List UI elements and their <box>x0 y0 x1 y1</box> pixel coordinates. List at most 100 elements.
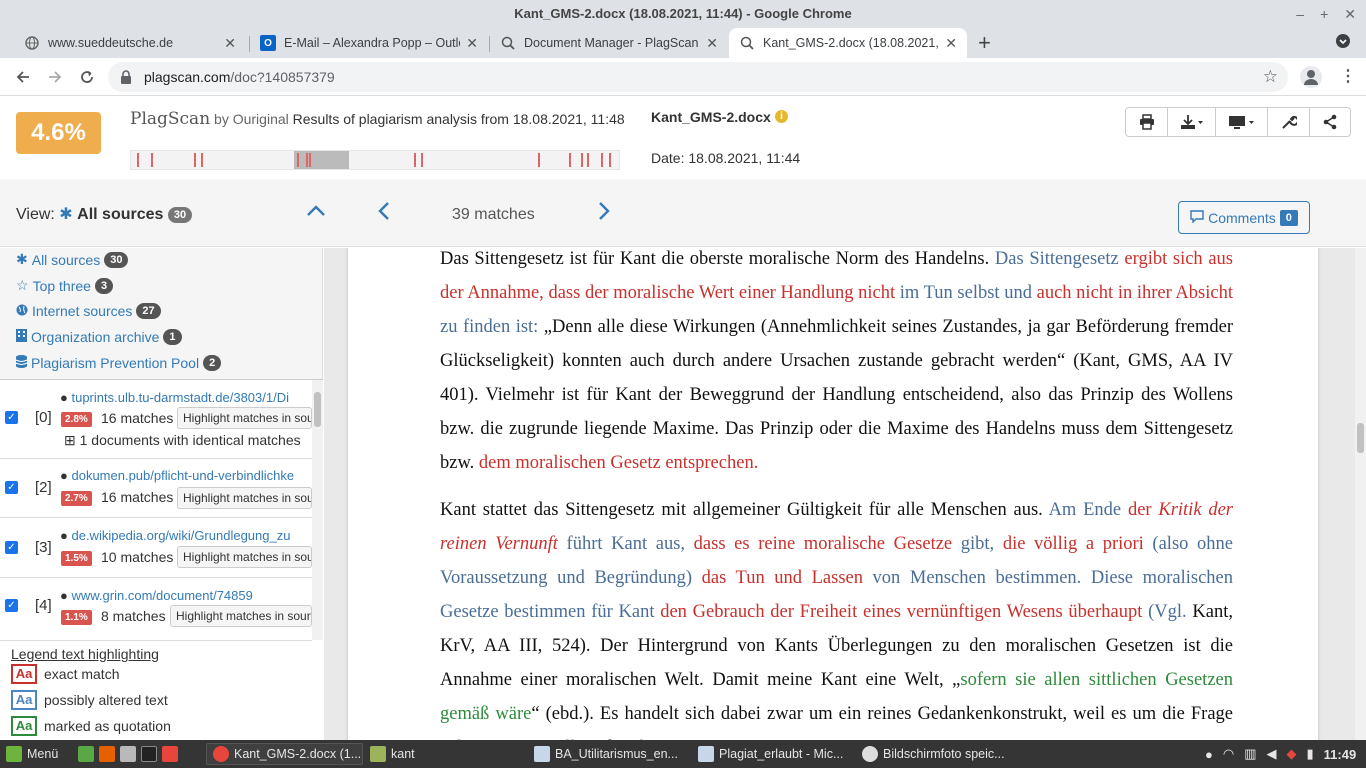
view-selector[interactable]: View: ✱ All sources 30 <box>16 204 193 224</box>
heatmap-match-marker[interactable] <box>201 153 203 167</box>
exact-match-text[interactable]: auch nicht in ihrer Absicht <box>1037 283 1233 303</box>
heatmap-match-marker[interactable] <box>414 153 416 167</box>
taskbar-item[interactable]: Plagiat_erlaubt - Mic... <box>698 743 853 765</box>
filter-all-sources[interactable]: ✱ All sources 30 <box>16 251 129 268</box>
heatmap-match-marker[interactable] <box>538 153 540 167</box>
filter-organization-archive[interactable]: Organization archive 1 <box>16 329 182 345</box>
tab-sueddeutsche[interactable]: www.sueddeutsche.de ✕ <box>14 28 246 58</box>
heatmap-viewport[interactable] <box>294 151 349 169</box>
document-viewer[interactable]: Das Sittengesetz ist für Kant die oberst… <box>324 248 1355 740</box>
heatmap-match-marker[interactable] <box>151 153 153 167</box>
taskbar-item[interactable]: BA_Utilitarismus_en... <box>534 743 689 765</box>
volume-icon[interactable]: ◀ <box>1267 746 1277 762</box>
show-desktop-icon[interactable] <box>78 746 94 762</box>
back-button[interactable] <box>10 64 36 90</box>
kebab-menu-icon[interactable]: ⋮ <box>1340 66 1356 86</box>
lock-icon[interactable] <box>120 70 132 87</box>
clock[interactable]: 11:49 <box>1324 747 1357 762</box>
heatmap-match-marker[interactable] <box>194 153 196 167</box>
tab-document-manager[interactable]: Document Manager - PlagScan ✕ <box>490 28 728 58</box>
exact-match-text[interactable]: der <box>1128 500 1158 520</box>
comments-button[interactable]: Comments 0 <box>1178 201 1310 234</box>
download-button[interactable] <box>1168 108 1216 136</box>
star-bookmark-icon[interactable]: ☆ <box>1263 67 1278 87</box>
heatmap-match-marker[interactable] <box>587 153 589 167</box>
document-scrollbar[interactable] <box>1355 248 1366 740</box>
chrome-icon[interactable] <box>162 746 178 762</box>
shield-icon[interactable]: ◆ <box>1287 746 1297 762</box>
minimize-icon[interactable]: – <box>1296 6 1304 22</box>
document-text[interactable]: Das Sittengesetz ist für Kant die oberst… <box>440 248 1233 740</box>
source-list-scrollbar[interactable] <box>312 380 323 640</box>
heatmap-match-marker[interactable] <box>297 153 299 167</box>
close-tab-icon[interactable]: ✕ <box>224 35 236 52</box>
scrollbar-thumb[interactable] <box>314 392 321 427</box>
print-button[interactable] <box>1126 108 1168 136</box>
address-bar[interactable]: plagscan.com/doc?140857379 ☆ <box>108 62 1288 92</box>
altered-text[interactable]: führt Kant aus, <box>558 534 694 554</box>
wifi-icon[interactable]: ◠ <box>1223 746 1234 762</box>
tab-kant-gms[interactable]: Kant_GMS-2.docx (18.08.2021, ✕ <box>729 28 967 58</box>
heatmap-match-marker[interactable] <box>569 153 571 167</box>
altered-text[interactable]: zu finden ist: <box>440 317 538 337</box>
exact-match-text[interactable]: die völlig a priori <box>1003 534 1144 554</box>
forward-button[interactable] <box>42 64 68 90</box>
filter-plagiarism-prevention-pool[interactable]: Plagiarism Prevention Pool 2 <box>15 355 222 371</box>
close-tab-icon[interactable]: ✕ <box>945 35 957 52</box>
taskbar-item[interactable]: Kant_GMS-2.docx (1... <box>206 743 363 765</box>
taskbar-item[interactable]: kant <box>370 743 525 765</box>
collapse-up-button[interactable] <box>305 200 327 228</box>
next-match-button[interactable] <box>592 200 614 228</box>
source-row[interactable]: ✓ [3] ● de.wikipedia.org/wiki/Grundlegun… <box>0 519 312 578</box>
source-link[interactable]: ● de.wikipedia.org/wiki/Grundlegung_zu <box>60 528 312 543</box>
identical-matches-toggle[interactable]: ⊞ 1 documents with identical matches <box>64 432 301 449</box>
network-icon[interactable]: ▥ <box>1244 746 1256 762</box>
heatmap-match-marker[interactable] <box>137 153 139 167</box>
heatmap-match-marker[interactable] <box>309 153 311 167</box>
display-button[interactable] <box>1216 108 1268 136</box>
source-checkbox[interactable]: ✓ <box>5 541 18 554</box>
settings-button[interactable] <box>1268 108 1310 136</box>
battery-icon[interactable]: ▮ <box>1307 746 1314 762</box>
highlight-matches-button[interactable]: Highlight matches in sou <box>177 487 312 509</box>
close-tab-icon[interactable]: ✕ <box>706 35 718 52</box>
altered-text[interactable]: Das Sittengesetz <box>995 249 1124 269</box>
tab-outlook[interactable]: O E-Mail – Alexandra Popp – Outlo ✕ <box>250 28 488 58</box>
close-tab-icon[interactable]: ✕ <box>466 35 478 52</box>
tab-search-button[interactable] <box>1336 34 1350 48</box>
files-icon[interactable] <box>120 746 136 762</box>
taskbar-item[interactable]: Bildschirmfoto speic... <box>862 743 1017 765</box>
highlight-matches-button[interactable]: Highlight matches in sou <box>177 407 312 429</box>
user-icon[interactable]: ● <box>1205 747 1213 762</box>
maximize-icon[interactable]: + <box>1320 6 1328 22</box>
exact-match-text[interactable]: das Tun und Lassen <box>702 568 863 588</box>
source-row[interactable]: ✓ [2] ● dokumen.pub/pflicht-und-verbindl… <box>0 460 312 518</box>
source-link[interactable]: ● dokumen.pub/pflicht-und-verbindlichke <box>60 468 312 483</box>
new-tab-button[interactable]: + <box>978 30 991 56</box>
source-link[interactable]: ● www.grin.com/document/74859 <box>60 588 312 603</box>
info-icon[interactable]: i <box>775 110 788 123</box>
heatmap-match-marker[interactable] <box>306 153 308 167</box>
close-window-icon[interactable]: ✕ <box>1344 6 1356 23</box>
source-checkbox[interactable]: ✓ <box>5 481 18 494</box>
highlight-matches-button[interactable]: Highlight matches in sour <box>170 605 312 627</box>
altered-text[interactable]: im Tun selbst und <box>895 283 1037 303</box>
altered-text[interactable]: (Vgl. <box>1142 602 1187 622</box>
start-menu-button[interactable]: Menü <box>6 743 58 765</box>
share-button[interactable] <box>1310 108 1350 136</box>
source-checkbox[interactable]: ✓ <box>5 411 18 424</box>
heatmap-match-marker[interactable] <box>581 153 583 167</box>
source-row[interactable]: ✓ [4] ● www.grin.com/document/74859 1.1%… <box>0 579 312 641</box>
altered-text[interactable]: gibt, <box>952 534 1003 554</box>
altered-text[interactable]: Am Ende <box>1049 500 1128 520</box>
highlight-matches-button[interactable]: Highlight matches in sou <box>177 546 312 568</box>
source-checkbox[interactable]: ✓ <box>5 599 18 612</box>
source-row[interactable]: ✓ [0] ● tuprints.ulb.tu-darmstadt.de/380… <box>0 380 312 459</box>
match-heatmap-bar[interactable] <box>130 150 620 170</box>
exact-match-text[interactable]: dass es reine moralische Gesetze <box>694 534 952 554</box>
firefox-icon[interactable] <box>99 746 115 762</box>
scrollbar-thumb[interactable] <box>1357 423 1364 453</box>
reload-button[interactable] <box>74 64 100 90</box>
filter-internet-sources[interactable]: Internet sources 27 <box>16 303 161 319</box>
profile-avatar[interactable] <box>1300 66 1322 88</box>
